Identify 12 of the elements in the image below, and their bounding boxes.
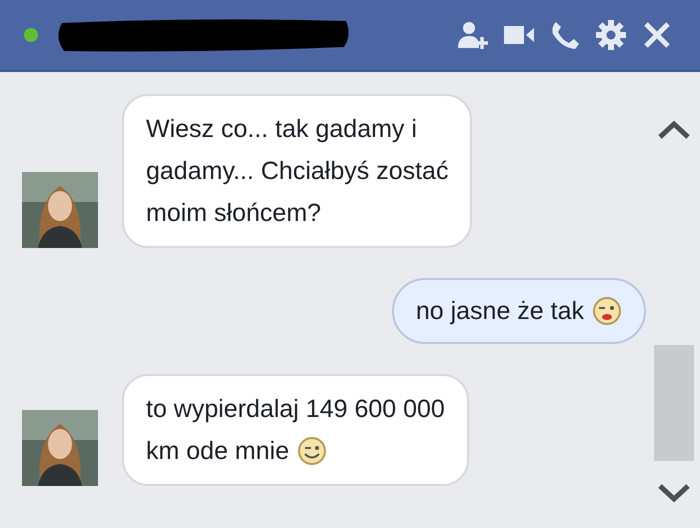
message-text: Wiesz co... tak gadamy i	[146, 114, 417, 145]
message-text: gadamy... Chciałbyś zostać	[146, 156, 448, 187]
message-text: km ode mnie	[146, 436, 290, 467]
message-text: to wypierdalaj 149 600 000	[146, 394, 445, 425]
wink-emoticon-icon	[297, 436, 328, 466]
settings-icon	[594, 18, 628, 52]
scrollbar-thumb[interactable]	[654, 345, 694, 461]
message-text: no jasne że tak	[416, 296, 584, 327]
scroll-up-icon[interactable]	[657, 120, 691, 140]
kiss-emoticon-icon	[592, 296, 622, 326]
message-text: moim słońcem?	[146, 198, 322, 229]
scroll-down-icon[interactable]	[657, 483, 691, 503]
